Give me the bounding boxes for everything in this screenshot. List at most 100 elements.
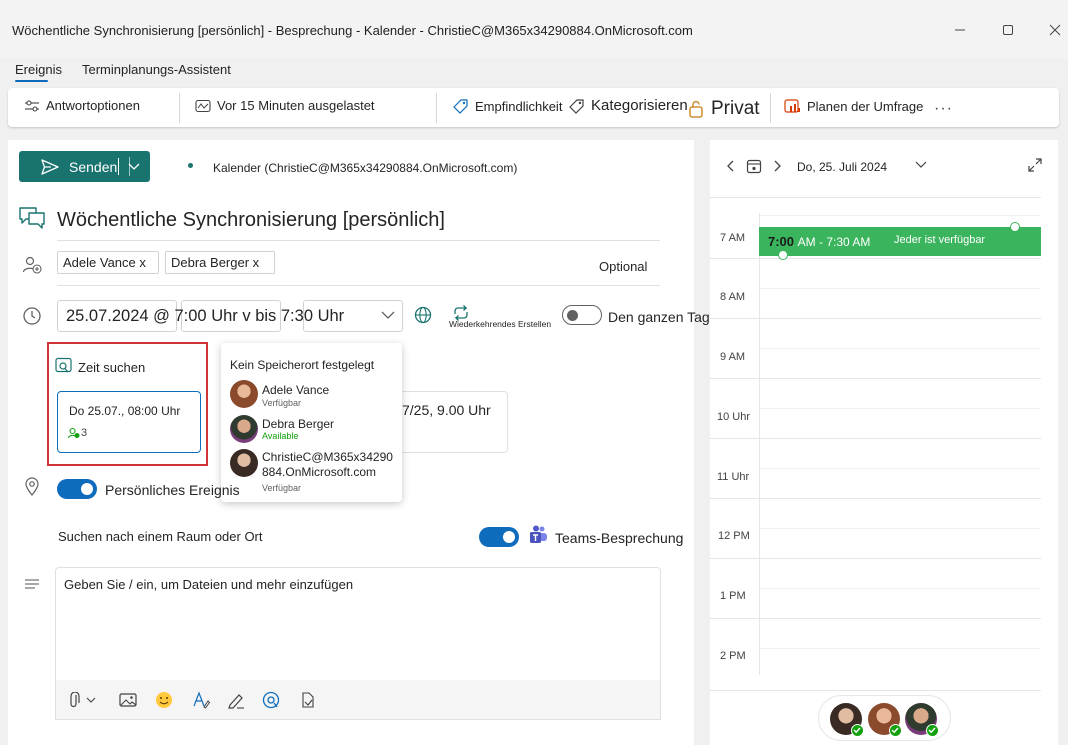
close-icon: [1049, 24, 1061, 36]
half-hour-line: [760, 648, 1041, 649]
popup-person-status: Verfügbar: [262, 483, 302, 493]
minimize-button[interactable]: [948, 18, 972, 42]
hour-label: 8 AM: [720, 291, 746, 303]
body-placeholder: Geben Sie / ein, um Dateien und mehr ein…: [64, 577, 354, 592]
calendar-date-label[interactable]: Do, 25. Juli 2024: [797, 160, 887, 174]
image-icon[interactable]: [119, 692, 137, 708]
maximize-icon: [1003, 25, 1013, 35]
event-resize-handle-top[interactable]: [1010, 222, 1020, 232]
add-people-icon: [22, 255, 42, 275]
location-pin-icon: [24, 477, 40, 497]
time-column-divider: [759, 213, 760, 675]
send-icon: [41, 158, 59, 175]
avatar-adele: [230, 380, 258, 408]
half-hour-line: [760, 348, 1041, 349]
attendee-chip-debra[interactable]: Debra Berger x: [165, 251, 275, 274]
half-hour-line: [760, 288, 1041, 289]
location-search-input[interactable]: Suchen nach einem Raum oder Ort: [58, 529, 263, 544]
available-check-icon: [889, 724, 902, 737]
text-format-icon[interactable]: [192, 691, 210, 709]
chevron-down-icon[interactable]: [128, 163, 140, 171]
ribbon-divider: [436, 93, 437, 123]
subject-underline: [57, 240, 660, 241]
all-day-label: Den ganzen Tag: [608, 309, 710, 325]
popup-person-name: ChristieC@M365x34290: [262, 450, 393, 464]
popup-person-status: Verfügbar: [262, 398, 302, 408]
sensitivity-tag-icon: [453, 99, 468, 114]
chevron-down-icon[interactable]: [915, 161, 927, 169]
tab-event[interactable]: Ereignis: [15, 62, 62, 77]
date-time-text: 25.07.2024 @ 7:00 Uhr v bis 7:30 Uhr: [66, 307, 345, 325]
second-suggestion-time: 7/25, 9.00 Uhr: [402, 402, 491, 418]
chat-bubbles-icon: [18, 205, 46, 231]
personal-event-toggle[interactable]: [57, 479, 97, 499]
tag-icon: [569, 98, 584, 114]
signature-pen-icon[interactable]: [227, 691, 245, 709]
attendee-chip-adele[interactable]: Adele Vance x: [57, 251, 159, 274]
hour-label: 11 Uhr: [717, 471, 750, 483]
previous-day-icon[interactable]: [725, 160, 735, 172]
chevron-down-icon[interactable]: [381, 311, 395, 320]
teams-meeting-label: Teams-Besprechung: [555, 530, 684, 546]
response-options-label: Antwortoptionen: [46, 98, 140, 113]
attach-paperclip-icon[interactable]: [70, 692, 100, 708]
subject-input[interactable]: Wöchentliche Synchronisierung [persönlic…: [57, 209, 445, 232]
recurring-label[interactable]: Wiederkehrendes Erstellen: [449, 319, 551, 329]
send-button[interactable]: Senden: [19, 151, 150, 182]
hour-label: 12 PM: [718, 530, 750, 542]
sliders-icon: [25, 99, 39, 112]
busy-status-button[interactable]: Vor 15 Minuten ausgelastet: [195, 98, 375, 113]
maximize-button[interactable]: [996, 18, 1020, 42]
event-start-time: 7:00: [768, 234, 795, 249]
schedule-poll-button[interactable]: Planen der Umfrage: [784, 98, 923, 114]
busy-status-label: Vor 15 Minuten ausgelastet: [217, 98, 375, 113]
loop-component-icon[interactable]: [262, 691, 280, 709]
private-label: Privat: [711, 98, 760, 119]
popup-person-status: Available: [262, 431, 299, 441]
popup-person-name: Adele Vance: [262, 383, 330, 397]
hour-label: 7 AM: [720, 232, 746, 244]
text-cursor: [118, 158, 119, 175]
ribbon-divider: [770, 93, 771, 123]
event-time-range: AM - 7:30 AM: [797, 235, 871, 249]
avatar-debra: [230, 415, 258, 443]
avatar-christie: [230, 449, 258, 477]
clock-icon: [22, 306, 42, 326]
half-hour-line: [760, 408, 1041, 409]
today-calendar-icon[interactable]: [746, 158, 762, 174]
more-options-icon[interactable]: ···: [934, 100, 953, 118]
globe-icon[interactable]: [414, 306, 432, 324]
minimize-icon: [955, 29, 965, 31]
tab-scheduling-assistant[interactable]: Terminplanungs-Assistent: [82, 62, 231, 77]
hour-label: 2 PM: [720, 650, 746, 662]
ribbon-divider: [179, 93, 180, 123]
sensitivity-button[interactable]: Empfindlichkeit: [452, 98, 562, 114]
expand-icon[interactable]: [1027, 157, 1043, 173]
apps-icon[interactable]: [299, 691, 317, 709]
available-check-icon: [926, 724, 939, 737]
half-hour-line: [760, 215, 1041, 216]
all-day-toggle[interactable]: [562, 305, 602, 325]
calendar-search-icon: [55, 357, 73, 375]
popup-header: Kein Speicherort festgelegt: [230, 358, 375, 372]
categorize-label: Kategorisieren: [591, 97, 688, 114]
window-title: Wöchentliche Synchronisierung [persönlic…: [12, 23, 693, 38]
teams-meeting-toggle[interactable]: [479, 527, 519, 547]
find-time-label[interactable]: Zeit suchen: [78, 360, 145, 375]
private-button[interactable]: Privat: [688, 98, 760, 120]
text-lines-icon: [24, 578, 40, 590]
poll-calendar-icon: [784, 99, 800, 113]
calendar-selector[interactable]: Kalender (ChristieC@M365x34290884.OnMicr…: [213, 161, 517, 175]
personal-event-label: Persönliches Ereignis: [105, 482, 240, 498]
popup-person-name-continued: 884.OnMicrosoft.com: [262, 465, 377, 479]
hour-label: 1 PM: [720, 590, 746, 602]
categorize-button[interactable]: Kategorisieren: [568, 97, 688, 114]
close-button[interactable]: [1043, 18, 1067, 42]
hour-line: [710, 197, 1041, 198]
event-resize-handle-bottom[interactable]: [778, 250, 788, 260]
next-day-icon[interactable]: [773, 160, 783, 172]
response-options-button[interactable]: Antwortoptionen: [24, 98, 140, 113]
time-suggestion-card[interactable]: [57, 391, 201, 453]
emoji-icon[interactable]: [155, 691, 173, 709]
optional-attendees-button[interactable]: Optional: [599, 259, 647, 274]
